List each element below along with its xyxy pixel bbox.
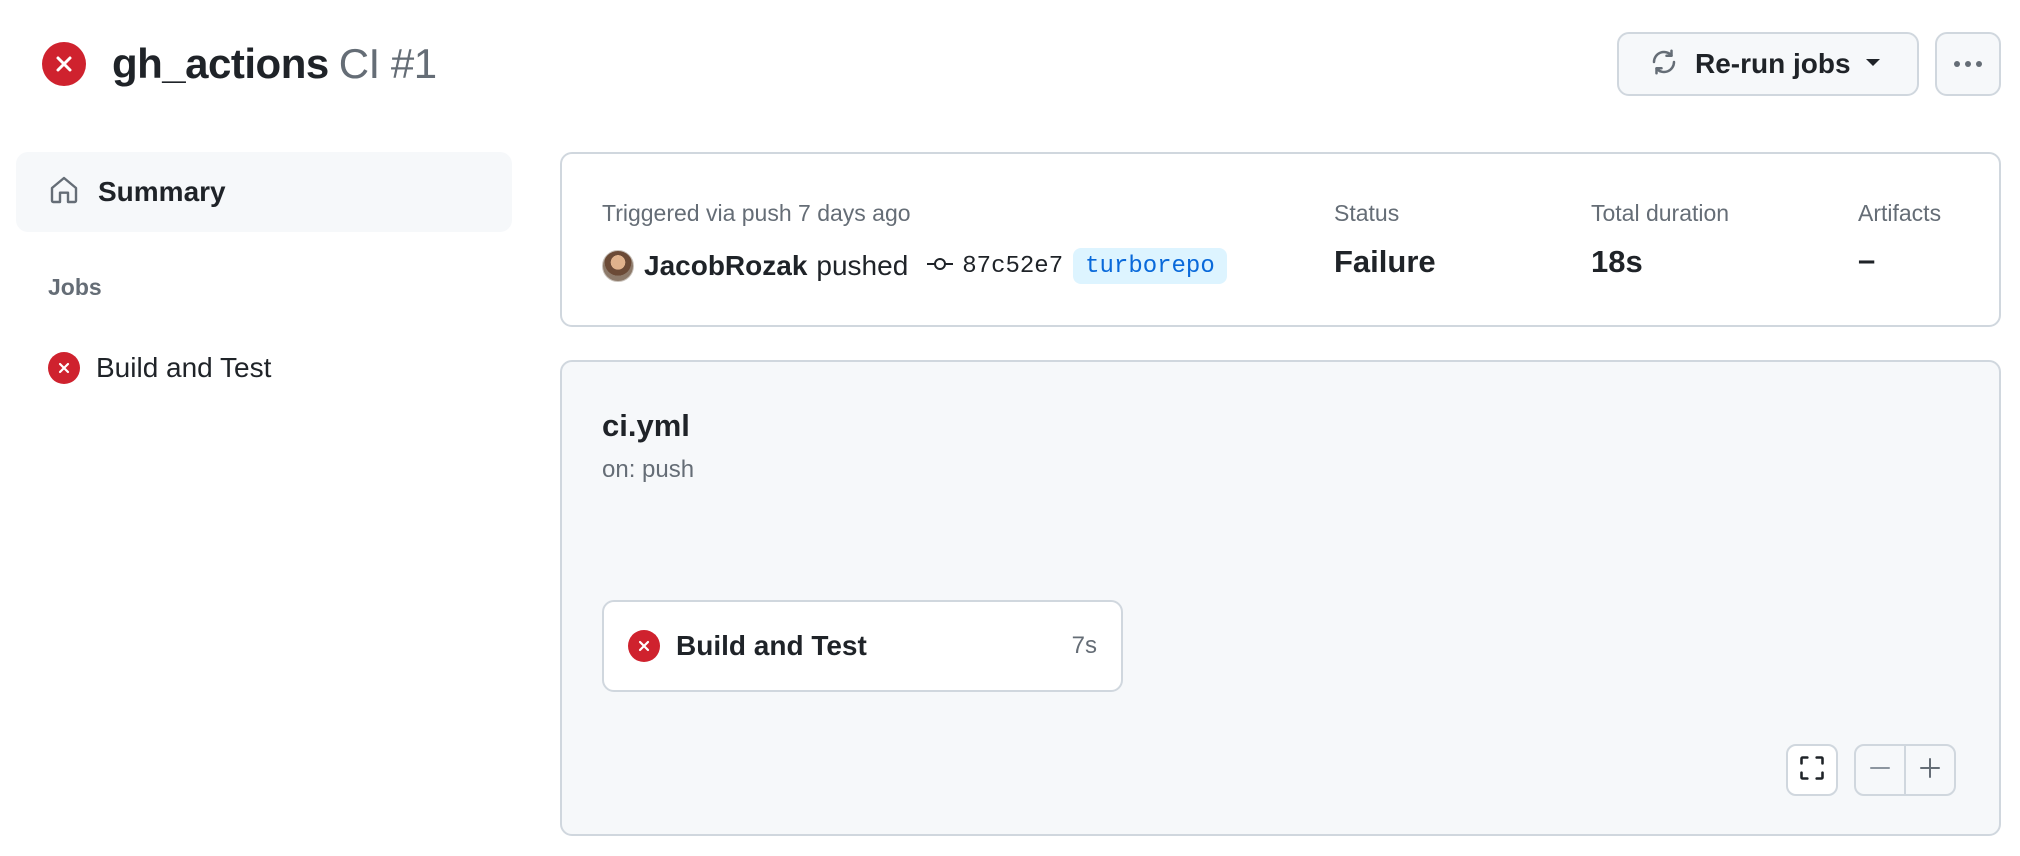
actor-link[interactable]: JacobRozak [644, 250, 807, 282]
home-icon [48, 174, 80, 211]
failure-status-icon [42, 42, 86, 86]
artifacts-label: Artifacts [1858, 200, 1942, 226]
commit-sha-link[interactable]: 87c52e7 [962, 253, 1063, 280]
run-number: CI #1 [338, 40, 437, 87]
sync-icon [1649, 47, 1679, 82]
total-duration-value: 18s [1591, 244, 1643, 279]
branch-badge[interactable]: turborepo [1073, 248, 1227, 284]
run-summary-card: Triggered via push 7 days ago JacobRozak… [560, 152, 2001, 327]
job-node-label: Build and Test [676, 630, 867, 661]
status-label: Status [1334, 200, 1400, 226]
rerun-jobs-label: Re-run jobs [1695, 48, 1851, 79]
job-node-duration: 7s [1071, 632, 1097, 659]
zoom-out-button[interactable] [1854, 744, 1906, 796]
zoom-in-button[interactable] [1904, 744, 1956, 796]
jobs-heading: Jobs [48, 274, 102, 300]
sidebar-item-summary[interactable]: Summary [16, 152, 512, 232]
sidebar-item-label: Build and Test [96, 352, 272, 383]
status-value: Failure [1334, 244, 1436, 279]
rerun-jobs-button[interactable]: Re-run jobs [1617, 32, 1919, 96]
failure-status-icon [628, 630, 660, 662]
job-node-build-and-test[interactable]: Build and Test 7s [602, 600, 1123, 692]
plus-icon [1918, 756, 1942, 785]
workflow-name: gh_actions [112, 40, 329, 87]
screen-full-icon [1798, 754, 1826, 787]
fullscreen-button[interactable] [1786, 744, 1838, 796]
page-title: gh_actions CI #1 [112, 38, 437, 90]
workflow-file-name: ci.yml [602, 408, 690, 443]
git-commit-icon [926, 256, 954, 277]
push-details: JacobRozak pushed 87c52e7 turborepo [602, 246, 1227, 286]
workflow-graph: ci.yml on: push Build and Test 7s [560, 360, 2001, 836]
kebab-horizontal-icon [1953, 55, 1983, 73]
more-options-button[interactable] [1935, 32, 2001, 96]
sidebar-item-label: Summary [98, 176, 226, 207]
sidebar-item-build-and-test[interactable]: Build and Test [32, 338, 512, 398]
total-duration-label: Total duration [1591, 200, 1730, 226]
trigger-text: Triggered via push 7 days ago [602, 200, 911, 226]
failure-status-icon [48, 352, 80, 384]
caret-down-icon [1865, 55, 1881, 73]
minus-icon [1868, 756, 1892, 785]
action-text: pushed [816, 250, 909, 281]
workflow-trigger: on: push [602, 456, 695, 483]
avatar[interactable] [602, 250, 634, 282]
artifacts-value: – [1858, 242, 1876, 277]
